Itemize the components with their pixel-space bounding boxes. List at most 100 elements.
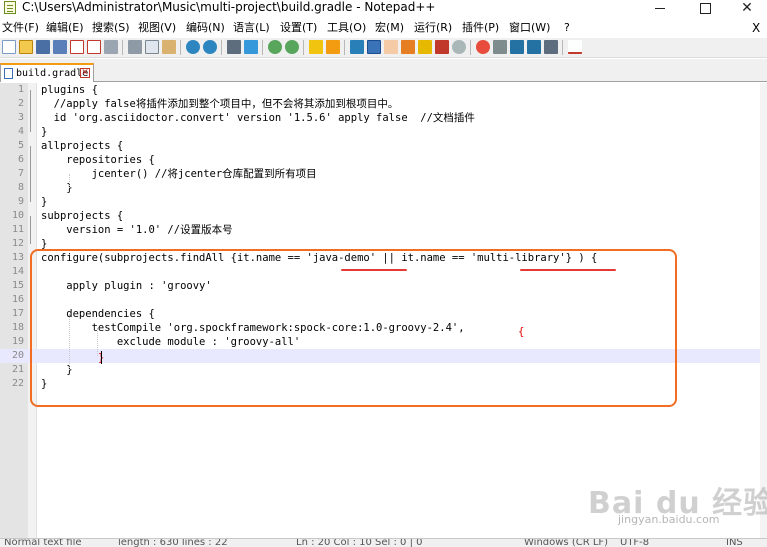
code-line[interactable]: 7 jcenter() //将jcenter仓库配置到所有项目: [0, 167, 767, 181]
menu-language[interactable]: 语言(L): [233, 21, 270, 35]
highlight-annotation-box: [30, 249, 677, 407]
menu-plugins[interactable]: 插件(P): [462, 21, 499, 35]
save-macro-icon[interactable]: [544, 40, 558, 54]
code-line[interactable]: 6 repositories {: [0, 153, 767, 167]
status-length: length : 630 lines : 22: [118, 538, 228, 547]
menu-settings[interactable]: 设置(T): [280, 21, 317, 35]
line-number: 15: [11, 280, 24, 291]
code-line[interactable]: 10 subprojects {: [0, 209, 767, 223]
close-icon[interactable]: [70, 40, 84, 54]
code-line[interactable]: 4}: [0, 125, 767, 139]
menu-file[interactable]: 文件(F): [2, 21, 39, 35]
folder-workspace-icon[interactable]: [418, 40, 432, 54]
notepad-app-icon: [4, 1, 16, 14]
menu-macro[interactable]: 宏(M): [375, 21, 404, 35]
code-line[interactable]: 2 //apply false将插件添加到整个项目中，但不会将其添加到根项目中。: [0, 97, 767, 111]
print-icon[interactable]: [104, 40, 118, 54]
tab-label: build.gradle: [16, 68, 89, 79]
code-text: plugins {: [41, 84, 98, 96]
replace-icon[interactable]: [244, 40, 258, 54]
status-eol: Windows (CR LF): [524, 538, 609, 547]
function-list-icon[interactable]: [401, 40, 415, 54]
line-number: 11: [11, 224, 24, 235]
close-window-button[interactable]: ✕: [727, 0, 767, 16]
toolbar-separator: [303, 40, 304, 55]
code-line[interactable]: 8 }: [0, 181, 767, 195]
status-encoding: UTF-8: [620, 538, 650, 547]
menu-bar: 文件(F) 编辑(E) 搜索(S) 视图(V) 编码(N) 语言(L) 设置(T…: [0, 19, 767, 38]
zoom-in-icon[interactable]: [268, 40, 282, 54]
underline-java-demo: [341, 269, 407, 271]
undo-icon[interactable]: [186, 40, 200, 54]
status-insert-mode: INS: [726, 538, 743, 547]
spell-check-icon[interactable]: [568, 40, 582, 54]
word-wrap-icon[interactable]: [326, 40, 340, 54]
code-line[interactable]: 9}: [0, 195, 767, 209]
code-text: repositories {: [41, 154, 155, 166]
redo-icon[interactable]: [203, 40, 217, 54]
indent-guide-icon[interactable]: [367, 40, 381, 54]
status-file-type: Normal text file: [4, 538, 82, 547]
line-number: 9: [17, 196, 24, 207]
vertical-scrollbar[interactable]: [760, 83, 767, 538]
status-position: Ln : 20 Col : 10 Sel : 0 | 0: [296, 538, 423, 547]
cut-icon[interactable]: [128, 40, 142, 54]
copy-icon[interactable]: [145, 40, 159, 54]
code-line[interactable]: 1 plugins {: [0, 83, 767, 97]
code-text: allprojects {: [41, 140, 124, 152]
eye-icon[interactable]: [452, 40, 466, 54]
sync-scroll-icon[interactable]: [309, 40, 323, 54]
menu-edit[interactable]: 编辑(E): [46, 21, 84, 35]
show-all-chars-icon[interactable]: [350, 40, 364, 54]
indent-guide: [69, 174, 70, 188]
new-file-icon[interactable]: [2, 40, 16, 54]
menu-tools[interactable]: 工具(O): [327, 21, 366, 35]
code-text: }: [41, 126, 48, 138]
line-number: 7: [17, 168, 24, 179]
code-line[interactable]: 5 allprojects {: [0, 139, 767, 153]
toolbar-separator: [122, 40, 123, 55]
open-file-icon[interactable]: [19, 40, 33, 54]
menu-window[interactable]: 窗口(W): [509, 21, 550, 35]
paste-icon[interactable]: [162, 40, 176, 54]
maximize-button[interactable]: [685, 0, 725, 16]
code-text: id 'org.asciidoctor.convert' version '1.…: [41, 112, 475, 124]
save-all-icon[interactable]: [53, 40, 67, 54]
code-line[interactable]: 3 id 'org.asciidoctor.convert' version '…: [0, 111, 767, 125]
doc-map-icon[interactable]: [384, 40, 398, 54]
menu-view[interactable]: 视图(V): [138, 21, 176, 35]
line-number: 2: [17, 98, 24, 109]
toolbar-separator: [221, 40, 222, 55]
play-macro-icon[interactable]: [510, 40, 524, 54]
code-text: }: [41, 196, 48, 208]
code-text: }: [41, 182, 73, 194]
save-icon[interactable]: [36, 40, 50, 54]
toolbar-separator: [562, 40, 563, 55]
code-text: version = '1.0' //设置版本号: [41, 224, 233, 236]
tab-build-gradle[interactable]: build.gradle ✕: [0, 63, 94, 82]
close-document-button[interactable]: X: [752, 21, 760, 35]
close-all-icon[interactable]: [87, 40, 101, 54]
window-title: C:\Users\Administrator\Music\multi-proje…: [22, 0, 436, 14]
code-line[interactable]: 11 version = '1.0' //设置版本号: [0, 223, 767, 237]
menu-run[interactable]: 运行(R): [414, 21, 452, 35]
tab-close-icon[interactable]: ✕: [80, 68, 90, 78]
run-macro-multiple-icon[interactable]: [527, 40, 541, 54]
code-text: //apply false将插件添加到整个项目中，但不会将其添加到根项目中。: [41, 98, 399, 110]
minimize-button[interactable]: [640, 0, 680, 16]
menu-encoding[interactable]: 编码(N): [186, 21, 225, 35]
record-macro-icon[interactable]: [476, 40, 490, 54]
line-number: 16: [11, 294, 24, 305]
line-number: 17: [11, 308, 24, 319]
line-number: 6: [17, 154, 24, 165]
code-text: subprojects {: [41, 210, 124, 222]
close-icon: ✕: [741, 0, 753, 16]
find-icon[interactable]: [227, 40, 241, 54]
menu-help[interactable]: ?: [564, 21, 570, 35]
zoom-out-icon[interactable]: [285, 40, 299, 54]
line-number: 14: [11, 266, 24, 277]
menu-search[interactable]: 搜索(S): [92, 21, 130, 35]
stop-record-icon[interactable]: [493, 40, 507, 54]
line-number: 4: [17, 126, 24, 137]
monitor-icon[interactable]: [435, 40, 449, 54]
